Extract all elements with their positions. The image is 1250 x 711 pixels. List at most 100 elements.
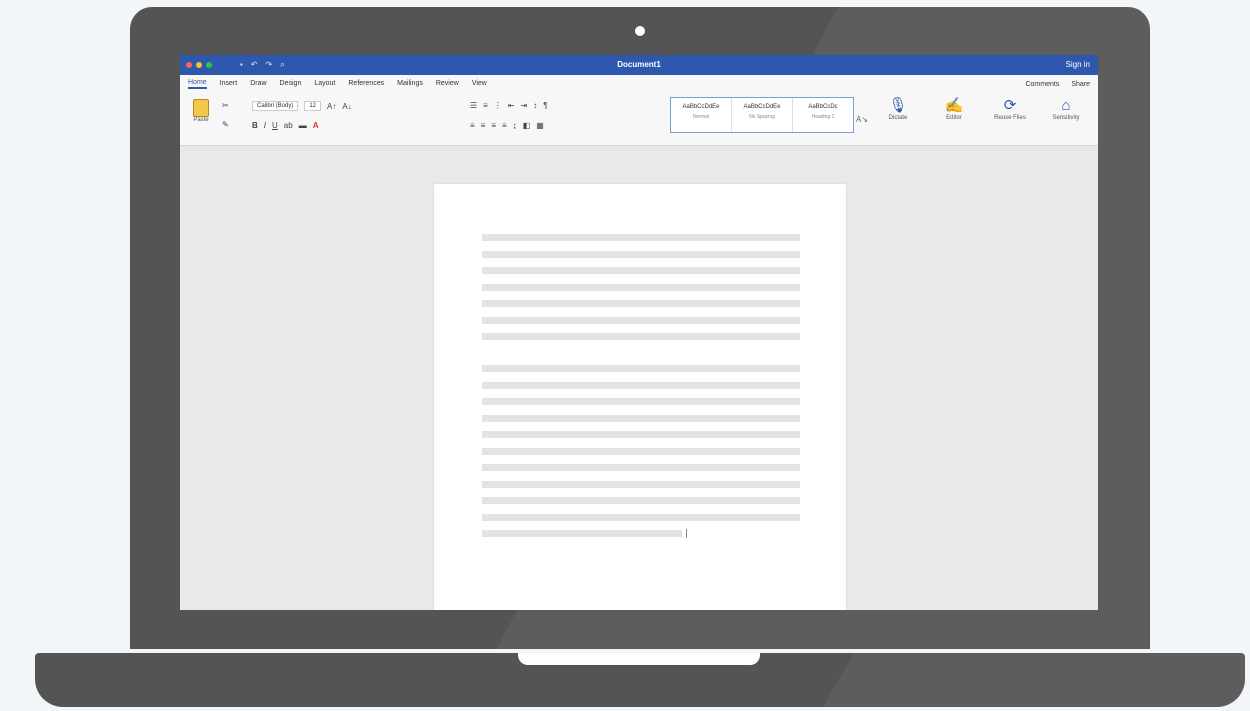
style-label: Normal bbox=[692, 114, 710, 120]
tab-references[interactable]: References bbox=[348, 80, 384, 88]
comments-button[interactable]: Comments bbox=[1025, 81, 1059, 88]
tab-layout[interactable]: Layout bbox=[314, 80, 335, 88]
tab-view[interactable]: View bbox=[472, 80, 487, 88]
lid-notch bbox=[518, 653, 760, 665]
numbering-icon[interactable]: ≡ bbox=[483, 101, 488, 110]
style-no-spacing[interactable]: AaBbCcDdEe No Spacing bbox=[732, 98, 793, 132]
format-controls: B I U ab ▬ A bbox=[252, 121, 318, 130]
font-color-icon[interactable]: A bbox=[313, 121, 319, 130]
style-label: No Spacing bbox=[749, 114, 775, 120]
ribbon-tools: 🎙 Dictate ✍ Editor ⟳ Reuse Files ⌂ Sensi… bbox=[880, 97, 1084, 121]
text-line bbox=[482, 398, 800, 405]
text-line bbox=[482, 316, 800, 324]
italic-icon[interactable]: I bbox=[264, 121, 266, 130]
text-line bbox=[482, 234, 800, 241]
title-bar: ▪ ↶ ↷ ⌕ Document1 Sign in bbox=[180, 55, 1098, 75]
tab-design[interactable]: Design bbox=[280, 80, 302, 88]
tool-label: Editor bbox=[946, 115, 962, 121]
increase-indent-icon[interactable]: ⇥ bbox=[521, 101, 528, 110]
text-line bbox=[482, 365, 800, 372]
text-line bbox=[482, 283, 800, 291]
text-cursor bbox=[686, 529, 687, 538]
decrease-indent-icon[interactable]: ⇤ bbox=[508, 101, 515, 110]
reuse-files-button[interactable]: ⟳ Reuse Files bbox=[992, 97, 1028, 121]
font-name-select[interactable]: Calibri (Body) bbox=[252, 101, 299, 111]
ribbon-tabs-right: Comments Share bbox=[1025, 81, 1090, 88]
highlight-icon[interactable]: ▬ bbox=[299, 121, 307, 130]
text-line bbox=[482, 381, 800, 389]
text-line bbox=[482, 333, 800, 340]
paste-label: Paste bbox=[193, 117, 209, 123]
tab-review[interactable]: Review bbox=[436, 80, 459, 88]
text-line bbox=[482, 267, 800, 274]
laptop-base bbox=[35, 653, 1245, 707]
tool-label: Dictate bbox=[888, 115, 908, 121]
text-line bbox=[482, 497, 800, 504]
tab-home[interactable]: Home bbox=[188, 79, 207, 89]
paragraph-controls-bottom: ≡ ≡ ≡ ≡ ↨ ◧ ▦ bbox=[470, 121, 544, 130]
camera-dot bbox=[635, 26, 645, 36]
tool-label: Sensitivity bbox=[1052, 115, 1080, 121]
shrink-font-icon[interactable]: A↓ bbox=[342, 102, 351, 111]
text-line bbox=[482, 464, 800, 471]
style-normal[interactable]: AaBbCcDdEe Normal bbox=[671, 98, 732, 132]
borders-icon[interactable]: ▦ bbox=[536, 121, 544, 130]
sort-icon[interactable]: ↕ bbox=[533, 101, 537, 110]
tab-insert[interactable]: Insert bbox=[220, 80, 238, 88]
style-preview: AaBbCcDdEe bbox=[743, 104, 781, 110]
text-line bbox=[482, 414, 800, 422]
align-right-icon[interactable]: ≡ bbox=[491, 121, 496, 130]
reuse-files-icon: ⟳ bbox=[1003, 97, 1017, 114]
format-painter-icon[interactable]: ✎ bbox=[222, 120, 229, 129]
show-marks-icon[interactable]: ¶ bbox=[543, 101, 547, 110]
bold-icon[interactable]: B bbox=[252, 121, 258, 130]
font-controls: Calibri (Body) 12 A↑ A↓ bbox=[252, 101, 352, 111]
tab-mailings[interactable]: Mailings bbox=[397, 80, 423, 88]
text-line bbox=[482, 250, 800, 258]
multilevel-list-icon[interactable]: ⋮ bbox=[494, 101, 502, 110]
line-spacing-icon[interactable]: ↨ bbox=[513, 121, 517, 130]
bullets-icon[interactable]: ☰ bbox=[470, 101, 477, 110]
clipboard-icon bbox=[193, 99, 209, 117]
document-page[interactable] bbox=[434, 184, 846, 610]
document-canvas[interactable] bbox=[180, 146, 1098, 610]
style-preview: AaBbCcDc bbox=[808, 104, 838, 110]
ribbon-tab-bar: Home Insert Draw Design Layout Reference… bbox=[180, 75, 1098, 93]
editor-icon: ✍ bbox=[944, 97, 964, 114]
font-size-select[interactable]: 12 bbox=[304, 101, 322, 111]
text-line bbox=[482, 480, 800, 488]
laptop-screen: ▪ ↶ ↷ ⌕ Document1 Sign in Home Insert Dr… bbox=[180, 55, 1098, 610]
styles-pane-icon[interactable]: A↘ bbox=[856, 115, 868, 124]
tab-draw[interactable]: Draw bbox=[250, 80, 266, 88]
microphone-icon: 🎙 bbox=[888, 97, 908, 114]
ribbon-toolbar: Paste ✂ ✎ Calibri (Body) 12 A↑ A↓ B I U … bbox=[180, 93, 1098, 146]
paste-button[interactable]: Paste bbox=[188, 99, 214, 123]
shading-icon[interactable]: ◧ bbox=[523, 121, 531, 130]
styles-gallery[interactable]: AaBbCcDdEe Normal AaBbCcDdEe No Spacing … bbox=[670, 97, 854, 133]
tool-label: Reuse Files bbox=[994, 115, 1026, 121]
grow-font-icon[interactable]: A↑ bbox=[327, 102, 336, 111]
style-label: Heading 1 bbox=[811, 114, 835, 120]
document-title: Document1 bbox=[617, 60, 661, 69]
sign-in-link[interactable]: Sign in bbox=[1066, 55, 1090, 75]
align-center-icon[interactable]: ≡ bbox=[481, 121, 486, 130]
sensitivity-button[interactable]: ⌂ Sensitivity bbox=[1048, 97, 1084, 121]
text-line bbox=[482, 513, 800, 521]
laptop-lid: ▪ ↶ ↷ ⌕ Document1 Sign in Home Insert Dr… bbox=[130, 7, 1150, 649]
cut-icon[interactable]: ✂ bbox=[222, 101, 229, 110]
share-button[interactable]: Share bbox=[1071, 81, 1090, 88]
strikethrough-icon[interactable]: ab bbox=[284, 121, 293, 130]
sensitivity-icon: ⌂ bbox=[1061, 97, 1071, 114]
dictate-button[interactable]: 🎙 Dictate bbox=[880, 97, 916, 121]
align-left-icon[interactable]: ≡ bbox=[470, 121, 475, 130]
editor-button[interactable]: ✍ Editor bbox=[936, 97, 972, 121]
text-line bbox=[482, 431, 800, 438]
justify-icon[interactable]: ≡ bbox=[502, 121, 507, 130]
paragraph-controls-top: ☰ ≡ ⋮ ⇤ ⇥ ↕ ¶ bbox=[470, 101, 548, 110]
style-preview: AaBbCcDdEe bbox=[682, 104, 720, 110]
text-line bbox=[482, 447, 800, 455]
underline-icon[interactable]: U bbox=[272, 121, 278, 130]
text-line bbox=[482, 300, 800, 307]
style-heading-1[interactable]: AaBbCcDc Heading 1 bbox=[793, 98, 853, 132]
text-line bbox=[482, 530, 682, 537]
